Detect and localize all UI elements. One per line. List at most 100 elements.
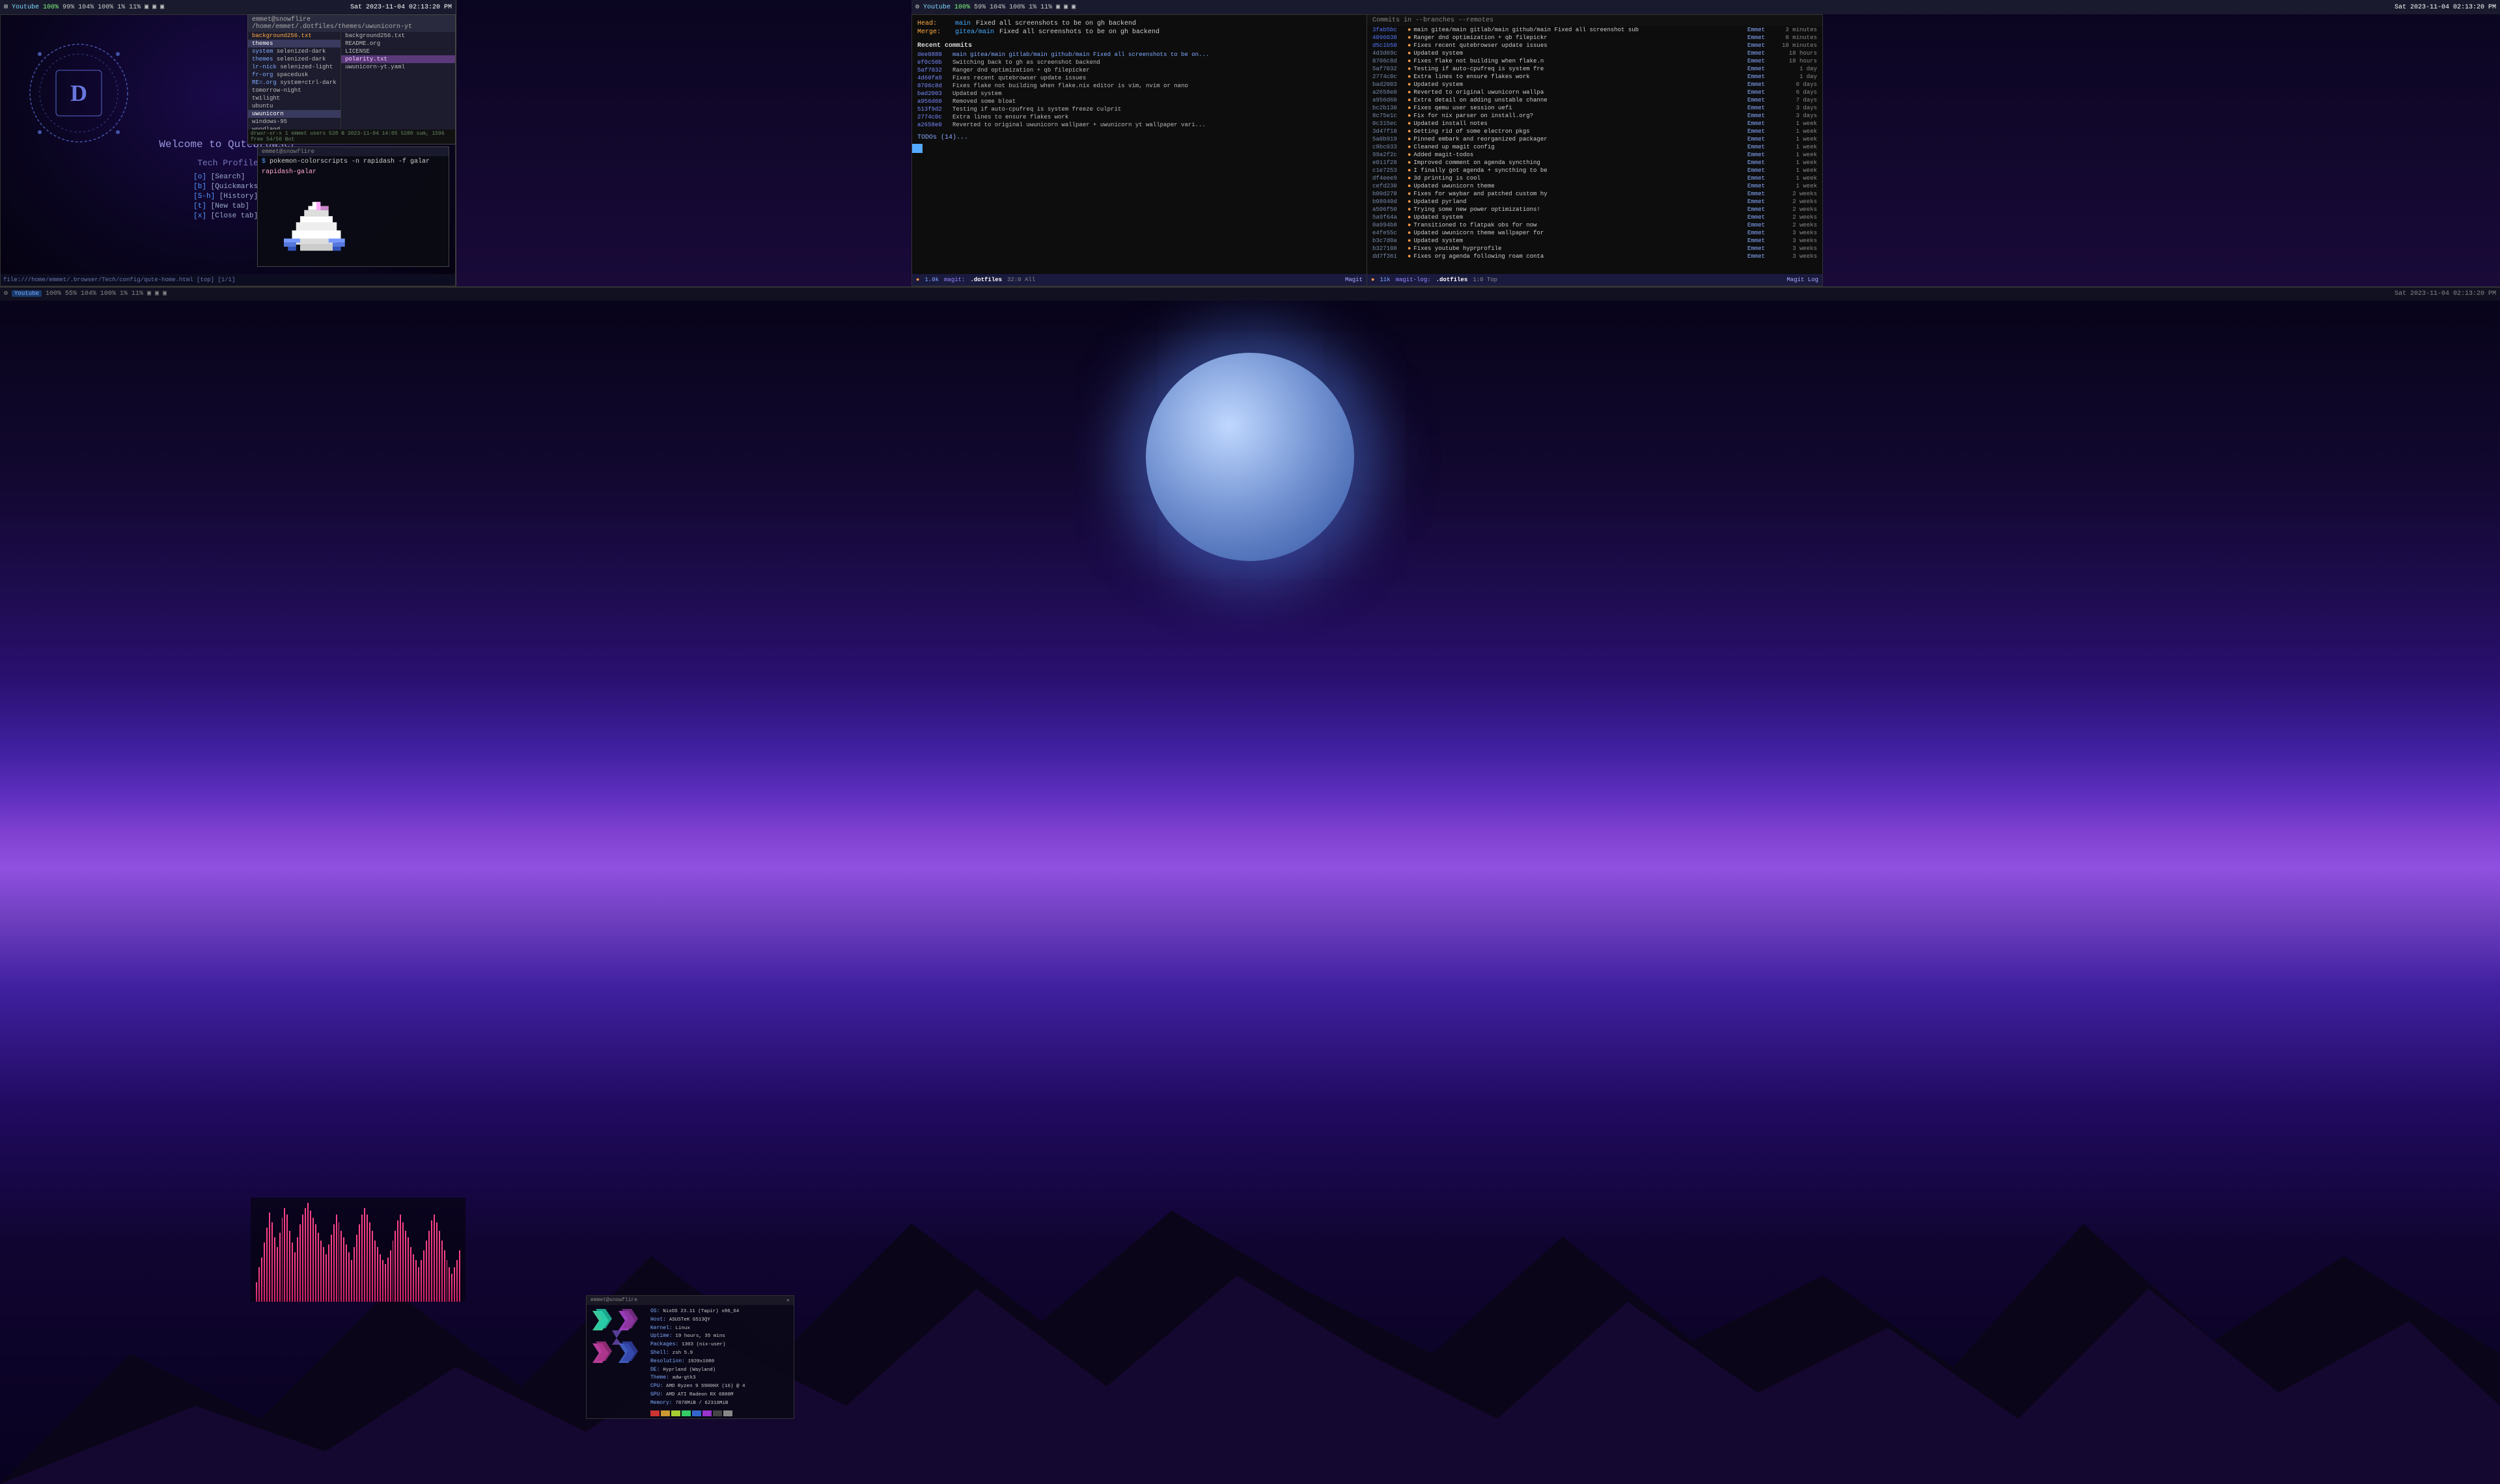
neo-info: OS: NixOS 23.11 (Tapir) x86_64 Host: ASU…	[650, 1308, 791, 1416]
neo-color-blocks	[650, 1410, 791, 1416]
todos-label: TODOs (14)...	[912, 129, 1367, 144]
fm-item[interactable]: uwunicorn-yt.yaml	[341, 63, 455, 71]
fm-item[interactable]: themes	[248, 40, 340, 48]
git-commit-row[interactable]: a2658e0 Reverted to original uwunicorn w…	[912, 121, 1367, 129]
bsb-icon: ⚙	[4, 290, 8, 297]
audio-bar	[271, 1222, 273, 1302]
sb-rcpu4: 100%	[1009, 4, 1025, 11]
git-commit-row[interactable]: 513f9d2 Testing if auto-cpufreq is syste…	[912, 105, 1367, 113]
fm-item[interactable]: uwunicorn	[248, 110, 340, 118]
git-log-row[interactable]: bc2b130 ● Fixes qemu user session uefi E…	[1367, 104, 1822, 112]
git-log-row[interactable]: b327108 ● Fixes youtube hyprprofile Emme…	[1367, 245, 1822, 253]
audio-bar	[274, 1237, 275, 1302]
fm-item[interactable]: fr-org spacedusk	[248, 71, 340, 79]
git-head-branch: main	[955, 20, 971, 27]
git-log-row[interactable]: 5af7032 ● Testing if auto-cpufreq is sys…	[1367, 65, 1822, 73]
fm-item[interactable]: system selenized-dark	[248, 48, 340, 55]
fm-item[interactable]: RE=.org system+ctrl-dark	[248, 79, 340, 87]
qute-link-history[interactable]: [S-h] [History]	[193, 193, 262, 200]
git-log-row[interactable]: e4fe55c ● Updated uwunicorn theme wallpa…	[1367, 229, 1822, 237]
git-log-row[interactable]: 8706c8d ● Fixes flake not building when …	[1367, 57, 1822, 65]
sb-youtube-right[interactable]: Youtube	[923, 4, 951, 11]
git-commit-row[interactable]: ef0c50b Switching back to gh as screensh…	[912, 59, 1367, 66]
git-log-row[interactable]: 99a2f2c ● Added magit-todos Emmet 1 week	[1367, 151, 1822, 159]
color-block	[692, 1410, 701, 1416]
fm-item[interactable]: themes selenized-dark	[248, 55, 340, 63]
fm-item[interactable]: LICENSE	[341, 48, 455, 55]
audio-bar	[436, 1222, 438, 1302]
git-commit-row[interactable]: 4d60fa9 Fixes recent qutebrowser update …	[912, 74, 1367, 82]
neo-close[interactable]: ✕	[786, 1297, 790, 1304]
git-log-row[interactable]: d5c1b50 ● Fixes recent qutebrowser updat…	[1367, 42, 1822, 49]
audio-bar	[456, 1260, 458, 1302]
git-log-row[interactable]: 0a994b8 ● Transitioned to flatpak obs fo…	[1367, 221, 1822, 229]
audio-bar	[264, 1243, 265, 1302]
git-commit-row[interactable]: dee0888 main gitea/main gitlab/main gith…	[912, 51, 1367, 59]
git-log-row[interactable]: 8c75e1c ● Fix for nix parser on install.…	[1367, 112, 1822, 120]
git-log-row[interactable]: b08040d ● Updated pyrland Emmet 2 weeks	[1367, 198, 1822, 206]
git-log-row[interactable]: e011f28 ● Improved comment on agenda syn…	[1367, 159, 1822, 167]
git-log-header: Commits in --branches --remotes	[1367, 15, 1822, 26]
git-log-row[interactable]: 4d3d69c ● Updated system Emmet 18 hours	[1367, 49, 1822, 57]
audio-bar	[431, 1220, 432, 1302]
git-log-row[interactable]: a506f50 ● Trying some new power optimiza…	[1367, 206, 1822, 213]
fm-item[interactable]: lr-nick selenized-light	[248, 63, 340, 71]
fm-item[interactable]: ubuntu	[248, 102, 340, 110]
fm-item[interactable]: twilight	[248, 94, 340, 102]
git-log-row[interactable]: c1e7253 ● I finally got agenda + syncthi…	[1367, 167, 1822, 174]
git-log-row[interactable]: a956d60 ● Extra detail on adding unstabl…	[1367, 96, 1822, 104]
git-commit-row[interactable]: 2774c0c Extra lines to ensure flakes wor…	[912, 113, 1367, 121]
sb-youtube-left[interactable]: Youtube	[12, 4, 39, 11]
fm-item[interactable]: polarity.txt	[341, 55, 455, 63]
sb-rcpu1: 100%	[954, 4, 970, 11]
git-log-row[interactable]: 5a9f64a ● Updated system Emmet 2 weeks	[1367, 213, 1822, 221]
sb-pct1: 1%	[117, 4, 125, 11]
git-log-row[interactable]: 5a0b919 ● Pinned embark and reorganized …	[1367, 135, 1822, 143]
audio-bar	[312, 1218, 314, 1302]
git-pane-left: Head: main Fixed all screenshots to be o…	[912, 15, 1367, 286]
audio-bar	[382, 1260, 383, 1302]
git-log-row[interactable]: dd7f361 ● Fixes org agenda following roa…	[1367, 253, 1822, 260]
git-commit-row[interactable]: a956d60 Removed some bloat	[912, 98, 1367, 105]
audio-bar	[351, 1260, 352, 1302]
bsb-m4: 100%	[100, 290, 116, 297]
qute-statusbar: file:///home/emmet/.browser/Tech/config/…	[1, 274, 455, 286]
fm-item[interactable]: README.org	[341, 40, 455, 48]
git-log-row[interactable]: c8bc033 ● Cleaned up magit config Emmet …	[1367, 143, 1822, 151]
git-log-row[interactable]: a2658e0 ● Reverted to original uwunicorn…	[1367, 89, 1822, 96]
git-log-row[interactable]: df4eee9 ● 3d printing is cool Emmet 1 we…	[1367, 174, 1822, 182]
audio-bar	[279, 1233, 281, 1302]
git-log-row[interactable]: b00d278 ● Fixes for waybar and patched c…	[1367, 190, 1822, 198]
git-log-row[interactable]: cefd230 ● Updated uwunicorn theme Emmet …	[1367, 182, 1822, 190]
bsb-youtube[interactable]: Youtube	[12, 290, 42, 297]
git-log-row[interactable]: b3c7d0a ● Updated system Emmet 3 weeks	[1367, 237, 1822, 245]
file-manager[interactable]: emmet@snowflire /home/emmet/.dotfiles/th…	[247, 14, 456, 144]
git-log-row[interactable]: 3d47f18 ● Getting rid of some electron p…	[1367, 128, 1822, 135]
bottom-wallpaper: emmet@snowflire ✕	[0, 301, 2500, 1484]
git-commit-row[interactable]: 5af7032 Ranger dnd optimization + qb fil…	[912, 66, 1367, 74]
qute-link-search[interactable]: [o] [Search]	[193, 173, 262, 181]
fm-item[interactable]: background256.txt	[341, 32, 455, 40]
audio-bar	[354, 1247, 355, 1302]
audio-bar	[405, 1231, 406, 1302]
fm-item[interactable]: background256.txt	[248, 32, 340, 40]
fm-item[interactable]: windows-95	[248, 118, 340, 126]
git-log-row[interactable]: bad2003 ● Updated system Emmet 6 days	[1367, 81, 1822, 89]
fm-item[interactable]: tomorrow-night	[248, 87, 340, 94]
qute-link-quickmarks[interactable]: [b] [Quickmarks]	[193, 183, 262, 191]
audio-bar	[410, 1247, 411, 1302]
git-log-row[interactable]: 2774c0c ● Extra lines to ensure flakes w…	[1367, 73, 1822, 81]
audio-bar	[374, 1241, 376, 1302]
qute-link-newtab[interactable]: [t] [New tab]	[193, 202, 262, 210]
git-log-row[interactable]: 0c315ec ● Updated install notes Emmet 1 …	[1367, 120, 1822, 128]
git-commit-row[interactable]: bad2003 Updated system	[912, 90, 1367, 98]
audio-bar	[380, 1254, 381, 1302]
audio-bar	[377, 1247, 378, 1302]
audio-bar	[415, 1260, 417, 1302]
cursor-block	[912, 144, 923, 153]
git-commit-row[interactable]: 8706c8d Fixes flake not building when fl…	[912, 82, 1367, 90]
git-log-row[interactable]: 3fab5bc ● main gitea/main gitlab/main gi…	[1367, 26, 1822, 34]
fm-header: emmet@snowflire /home/emmet/.dotfiles/th…	[248, 15, 455, 32]
qute-link-closetab[interactable]: [x] [Close tab]	[193, 212, 262, 220]
git-log-row[interactable]: 4096038 ● Ranger dnd optimization + qb f…	[1367, 34, 1822, 42]
